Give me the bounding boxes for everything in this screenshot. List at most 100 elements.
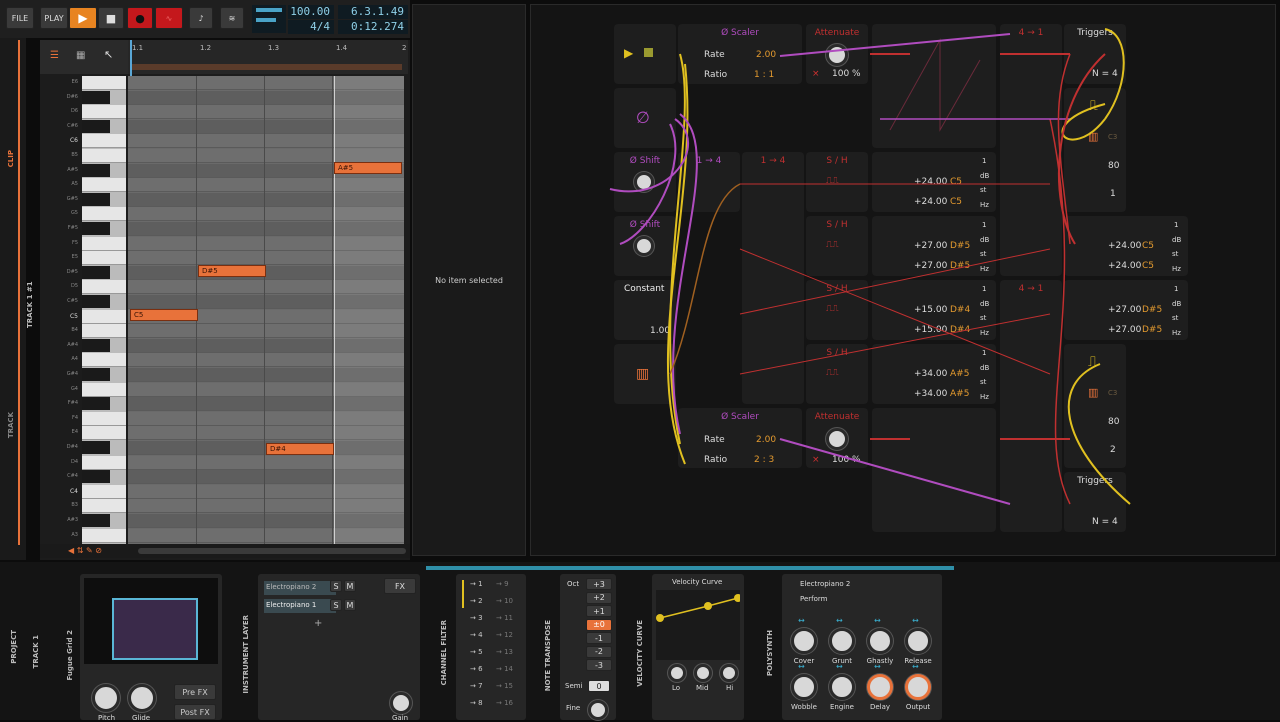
note-a#5[interactable]: A#5 xyxy=(334,162,402,174)
time-signature[interactable]: 4/4 xyxy=(288,20,334,34)
octave-option[interactable]: -3 xyxy=(586,659,612,671)
piano-key[interactable] xyxy=(82,251,126,266)
horizontal-scrollbar[interactable] xyxy=(138,548,406,554)
tempo-display[interactable]: 100.00 xyxy=(288,5,334,19)
play-menu-button[interactable]: PLAY xyxy=(40,7,68,29)
piano-key[interactable] xyxy=(82,280,126,295)
scroll-left-icon[interactable]: ◀ ⇅ ✎ ⊘ xyxy=(68,546,102,555)
groove-icon[interactable]: ≋ xyxy=(220,7,244,29)
piano-key[interactable] xyxy=(82,324,126,339)
macro-knob[interactable] xyxy=(791,628,817,654)
channel-toggle[interactable]: → 10 xyxy=(496,597,513,605)
note-c5[interactable]: C5 xyxy=(130,309,198,321)
project-tab[interactable]: PROJECT xyxy=(10,630,18,664)
channel-toggle[interactable]: → 16 xyxy=(496,699,513,707)
piano-key[interactable] xyxy=(82,353,126,368)
glide-knob[interactable] xyxy=(128,684,156,712)
fine-knob[interactable] xyxy=(588,700,608,720)
semi-value[interactable]: 0 xyxy=(588,680,610,692)
channel-toggle[interactable]: → 7 xyxy=(470,682,483,690)
modulator-icon[interactable]: ↔ xyxy=(912,616,919,625)
piano-key[interactable] xyxy=(82,236,126,251)
octave-option[interactable]: +3 xyxy=(586,578,612,590)
macro-knob[interactable] xyxy=(867,674,893,700)
channel-toggle[interactable]: → 9 xyxy=(496,580,509,588)
perform-label[interactable]: Perform xyxy=(800,595,827,603)
channel-toggle[interactable]: → 5 xyxy=(470,648,483,656)
channel-toggle[interactable]: → 11 xyxy=(496,614,513,622)
layer-name[interactable]: Electropiano 1 xyxy=(264,599,336,613)
modulator-icon[interactable]: ↔ xyxy=(836,662,843,671)
stop-icon[interactable]: ■ xyxy=(98,7,124,29)
channel-toggle[interactable]: → 8 xyxy=(470,699,483,707)
piano-key[interactable] xyxy=(82,455,126,470)
piano-keyboard[interactable] xyxy=(82,76,126,544)
piano-key[interactable] xyxy=(82,309,126,324)
macro-knob[interactable] xyxy=(867,628,893,654)
modulator-icon[interactable]: ↔ xyxy=(912,662,919,671)
note-tool-icon[interactable]: ☰ xyxy=(50,50,59,61)
piano-key[interactable] xyxy=(82,134,126,149)
pre-fx-button[interactable]: Pre FX xyxy=(174,684,216,700)
piano-key[interactable] xyxy=(82,411,126,426)
macro-knob[interactable] xyxy=(791,674,817,700)
piano-key[interactable] xyxy=(82,192,110,206)
octave-option[interactable]: -2 xyxy=(586,645,612,658)
piano-key[interactable] xyxy=(82,105,126,120)
piano-key[interactable] xyxy=(82,295,110,308)
octave-option[interactable]: ±0 xyxy=(586,618,612,631)
gain-knob[interactable] xyxy=(390,692,412,714)
channel-toggle[interactable]: → 2 xyxy=(470,597,483,605)
modulator-icon[interactable]: ↔ xyxy=(798,616,805,625)
channel-toggle[interactable]: → 4 xyxy=(470,631,483,639)
solo-button[interactable]: S xyxy=(330,599,342,611)
track-tab[interactable]: TRACK 1 xyxy=(32,635,40,668)
mute-button[interactable]: M xyxy=(344,599,356,611)
loop-region[interactable] xyxy=(132,64,402,70)
channel-toggle[interactable]: → 1 xyxy=(470,580,483,588)
pitch-knob[interactable] xyxy=(92,684,120,712)
modulator-icon[interactable]: ↔ xyxy=(874,662,881,671)
note-d#5[interactable]: D#5 xyxy=(198,265,266,277)
metronome-icon[interactable]: ♪ xyxy=(189,7,213,29)
layer-name[interactable]: Electropiano 2 xyxy=(264,581,336,595)
modulator-icon[interactable]: ↔ xyxy=(874,616,881,625)
piano-key[interactable] xyxy=(82,382,126,397)
solo-button[interactable]: S xyxy=(330,580,342,592)
grid-tool-icon[interactable]: ▦ xyxy=(76,50,85,61)
piano-key[interactable] xyxy=(82,207,126,222)
piano-key[interactable] xyxy=(82,178,126,193)
lo-knob[interactable] xyxy=(668,664,686,682)
channel-toggle[interactable]: → 14 xyxy=(496,665,513,673)
macro-knob[interactable] xyxy=(829,628,855,654)
mid-knob[interactable] xyxy=(694,664,712,682)
piano-key[interactable] xyxy=(82,484,126,499)
channel-toggle[interactable]: → 6 xyxy=(470,665,483,673)
channel-toggle[interactable]: → 3 xyxy=(470,614,483,622)
piano-key[interactable] xyxy=(82,119,110,133)
octave-option[interactable]: -1 xyxy=(586,632,612,644)
piano-key[interactable] xyxy=(82,514,110,527)
channel-toggle[interactable]: → 12 xyxy=(496,631,513,639)
file-menu-button[interactable]: FILE xyxy=(6,7,34,29)
play-icon[interactable]: ▶ xyxy=(69,7,97,29)
add-layer-icon[interactable]: + xyxy=(314,618,322,629)
modulator-icon[interactable]: ↔ xyxy=(836,616,843,625)
piano-key[interactable] xyxy=(82,90,110,104)
piano-key[interactable] xyxy=(82,265,110,279)
piano-key[interactable] xyxy=(82,528,126,543)
channel-toggle[interactable]: → 15 xyxy=(496,682,513,690)
piano-key[interactable] xyxy=(82,441,110,454)
mute-button[interactable]: M xyxy=(344,580,356,592)
velocity-curve-graph[interactable] xyxy=(656,590,740,660)
piano-key[interactable] xyxy=(82,499,126,514)
piano-key[interactable] xyxy=(82,397,110,411)
modulator-icon[interactable]: ↔ xyxy=(798,662,805,671)
piano-key[interactable] xyxy=(82,149,126,163)
preset-name[interactable]: Electropiano 2 xyxy=(800,580,850,588)
macro-knob[interactable] xyxy=(829,674,855,700)
post-fx-button[interactable]: Post FX xyxy=(174,704,216,720)
hi-knob[interactable] xyxy=(720,664,738,682)
piano-key[interactable] xyxy=(82,470,110,484)
octave-option[interactable]: +1 xyxy=(586,605,612,617)
